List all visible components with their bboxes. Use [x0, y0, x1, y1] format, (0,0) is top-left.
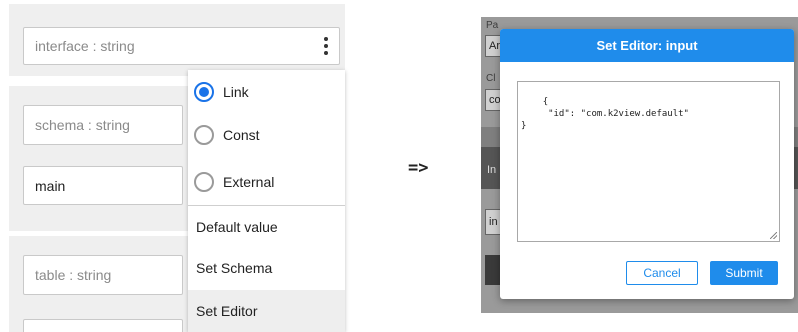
table-value-input[interactable] — [23, 319, 183, 332]
interface-label: interface : string — [35, 38, 135, 54]
more-vert-icon[interactable] — [323, 37, 329, 57]
menu-item-link-label: Link — [223, 84, 249, 100]
interface-card: interface : string — [9, 4, 345, 76]
menu-item-external[interactable]: External — [188, 168, 345, 196]
schema-value-input[interactable]: main — [23, 166, 183, 205]
submit-button[interactable]: Submit — [710, 261, 778, 285]
table-input[interactable]: table : string — [23, 255, 183, 295]
cancel-button[interactable]: Cancel — [626, 261, 698, 285]
menu-item-set-editor[interactable]: Set Editor — [188, 290, 345, 332]
table-label: table : string — [35, 267, 112, 283]
menu-item-default-value-label: Default value — [196, 219, 278, 235]
schema-label: schema : string — [35, 117, 130, 133]
resize-handle-icon[interactable] — [770, 232, 777, 239]
context-menu: Link Const External Default value Set Sc… — [188, 70, 345, 332]
transition-arrow: => — [408, 158, 429, 178]
menu-item-default-value[interactable]: Default value — [188, 207, 345, 247]
menu-item-set-schema[interactable]: Set Schema — [188, 248, 345, 288]
bg-label-3: In — [487, 164, 497, 176]
menu-item-set-editor-label: Set Editor — [196, 303, 258, 319]
dialog-header: Set Editor: input — [500, 29, 794, 62]
bg-label-2: Cl — [486, 73, 496, 84]
menu-divider — [188, 205, 345, 206]
radio-unselected-icon[interactable] — [194, 125, 214, 145]
left-panel: interface : string schema : string main … — [0, 0, 350, 332]
menu-item-external-label: External — [223, 174, 275, 190]
schema-input[interactable]: schema : string — [23, 105, 183, 145]
editor-textarea[interactable]: { "id": "com.k2view.default" } — [517, 81, 780, 242]
bg-label-1: Pa — [486, 20, 499, 31]
radio-selected-icon[interactable] — [194, 82, 214, 102]
set-editor-dialog: Set Editor: input { "id": "com.k2view.de… — [500, 29, 794, 299]
radio-unselected-icon[interactable] — [194, 172, 214, 192]
dialog-title: Set Editor: input — [596, 38, 698, 53]
menu-item-link[interactable]: Link — [188, 78, 345, 106]
menu-item-set-schema-label: Set Schema — [196, 260, 273, 276]
menu-item-const[interactable]: Const — [188, 121, 345, 149]
interface-input[interactable]: interface : string — [23, 27, 340, 65]
menu-item-const-label: Const — [223, 127, 260, 143]
editor-content: { "id": "com.k2view.default" } — [521, 97, 689, 131]
schema-value: main — [35, 177, 66, 194]
